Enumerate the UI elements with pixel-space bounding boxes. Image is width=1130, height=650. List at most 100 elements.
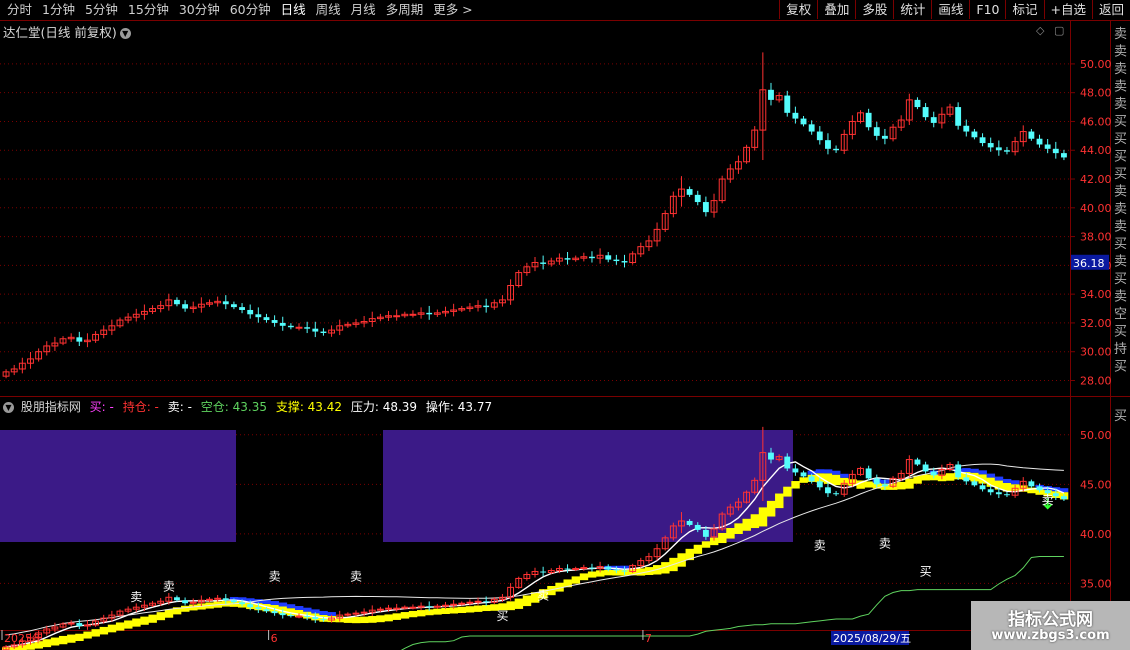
ind-candle-body	[914, 459, 921, 465]
ind-candle-body	[865, 468, 872, 479]
date-label: 7	[645, 632, 652, 645]
pressure-band-bar	[962, 468, 971, 473]
ind-candle-body	[792, 468, 799, 473]
ind-candle-body	[360, 611, 368, 614]
date-label: 6	[271, 632, 278, 645]
right-strip-char: 卖	[1114, 97, 1127, 112]
support-band-bar	[368, 616, 377, 623]
price-candle-body	[825, 140, 831, 149]
ind-candle-body	[247, 604, 254, 608]
support-band-bar	[783, 486, 792, 497]
price-candle-body	[621, 261, 628, 263]
support-band-bar	[400, 612, 410, 619]
ind-candle-body	[621, 570, 628, 572]
signal-label: 卖	[537, 588, 549, 602]
price-tick-label: 38.00	[1080, 231, 1112, 244]
support-band-bar	[514, 598, 524, 609]
price-candle-body	[995, 147, 1002, 151]
right-strip-char: 卖	[1114, 202, 1127, 217]
right-strip-char: 买	[1114, 325, 1127, 340]
support-band-bar	[392, 613, 402, 620]
right-strip-char: 买	[1114, 132, 1127, 147]
ind-candle-body	[401, 606, 409, 609]
signal-label: 买	[920, 564, 932, 578]
chart-canvas[interactable]: 50.0048.0046.0044.0042.0040.0038.0036.00…	[0, 0, 1130, 650]
support-band-bar	[115, 622, 125, 631]
pressure-band-bar	[319, 610, 328, 615]
ind-candle-body	[344, 613, 352, 616]
signal-label: 卖	[350, 569, 362, 583]
support-band-bar	[579, 573, 589, 581]
support-band-bar	[132, 618, 141, 627]
ind-candle-body	[963, 477, 970, 482]
right-strip-char: 买	[1114, 360, 1127, 375]
ind-candle-body	[808, 476, 815, 482]
right-strip-char: 卖	[1114, 185, 1127, 200]
right-strip-char: 买	[1114, 150, 1127, 165]
ind-candle-body	[312, 617, 319, 620]
date-cursor-label: 2025/08/29/五	[833, 632, 911, 645]
indicator-band	[383, 430, 793, 542]
right-strip-char: 卖	[1114, 27, 1127, 42]
support-band-bar	[156, 612, 166, 621]
price-candle-body	[1044, 144, 1051, 149]
support-band-bar	[351, 616, 361, 624]
pressure-band-bar	[278, 602, 288, 607]
right-strip-char: 卖	[1114, 45, 1127, 60]
ind-candle-body	[466, 601, 474, 604]
ind-candle-body	[589, 567, 595, 569]
price-candle-body	[287, 325, 294, 328]
pressure-band-bar	[823, 469, 833, 474]
ind-candle-body	[263, 609, 270, 612]
ind-candle-body	[1036, 486, 1043, 491]
support-band-bar	[750, 514, 760, 529]
support-band-bar	[905, 478, 914, 489]
price-candle-body	[483, 305, 490, 308]
price-candle-body	[1028, 131, 1035, 139]
pressure-band-bar	[286, 604, 296, 609]
price-tick-label: 34.00	[1080, 288, 1112, 301]
ind-candle-body	[881, 484, 888, 487]
signal-label: 卖	[879, 537, 891, 551]
ind-strip-char: 买	[1114, 409, 1127, 424]
price-candle-body	[304, 327, 311, 329]
signal-label: 买	[496, 609, 508, 623]
ind-candle-body	[564, 568, 571, 570]
price-candle-body	[694, 194, 701, 203]
price-candle-body	[393, 315, 401, 318]
ind-candle-body	[922, 464, 929, 472]
ind-candle-body	[987, 489, 994, 493]
price-tick-label: 50.00	[1080, 58, 1112, 71]
right-strip-char: 卖	[1114, 290, 1127, 305]
support-band-bar	[791, 481, 800, 489]
right-strip-char: 买	[1114, 272, 1127, 287]
ind-candle-body	[995, 492, 1002, 495]
ind-candle-body	[417, 605, 425, 608]
price-candle-body	[784, 95, 791, 113]
price-tick-label: 40.00	[1080, 202, 1112, 215]
ind-candle-body	[271, 611, 278, 614]
price-candle-body	[613, 259, 620, 262]
price-candle-body	[808, 124, 815, 132]
support-band-bar	[67, 634, 76, 643]
ind-candle-body	[873, 478, 880, 485]
pressure-band-bar	[270, 601, 279, 606]
support-band-bar	[677, 553, 686, 567]
support-band-bar	[718, 532, 727, 544]
ind-candle-body	[174, 597, 180, 601]
pressure-band-bar	[832, 470, 841, 475]
right-strip-char: 卖	[1114, 80, 1127, 95]
ind-candle-body	[572, 568, 580, 571]
price-candle-body	[971, 131, 978, 138]
ind-candle-body	[304, 616, 311, 618]
signal-label: 卖	[814, 539, 826, 553]
support-band-bar	[360, 616, 369, 624]
price-candle-body	[174, 299, 180, 305]
price-candle-body	[182, 304, 189, 309]
price-candle-body	[426, 312, 433, 315]
ind-candle-body	[442, 604, 449, 607]
ind-candle-body	[320, 619, 327, 621]
ind-candle-body	[784, 456, 791, 469]
support-band-bar	[945, 473, 955, 481]
price-candle-body	[409, 313, 417, 316]
